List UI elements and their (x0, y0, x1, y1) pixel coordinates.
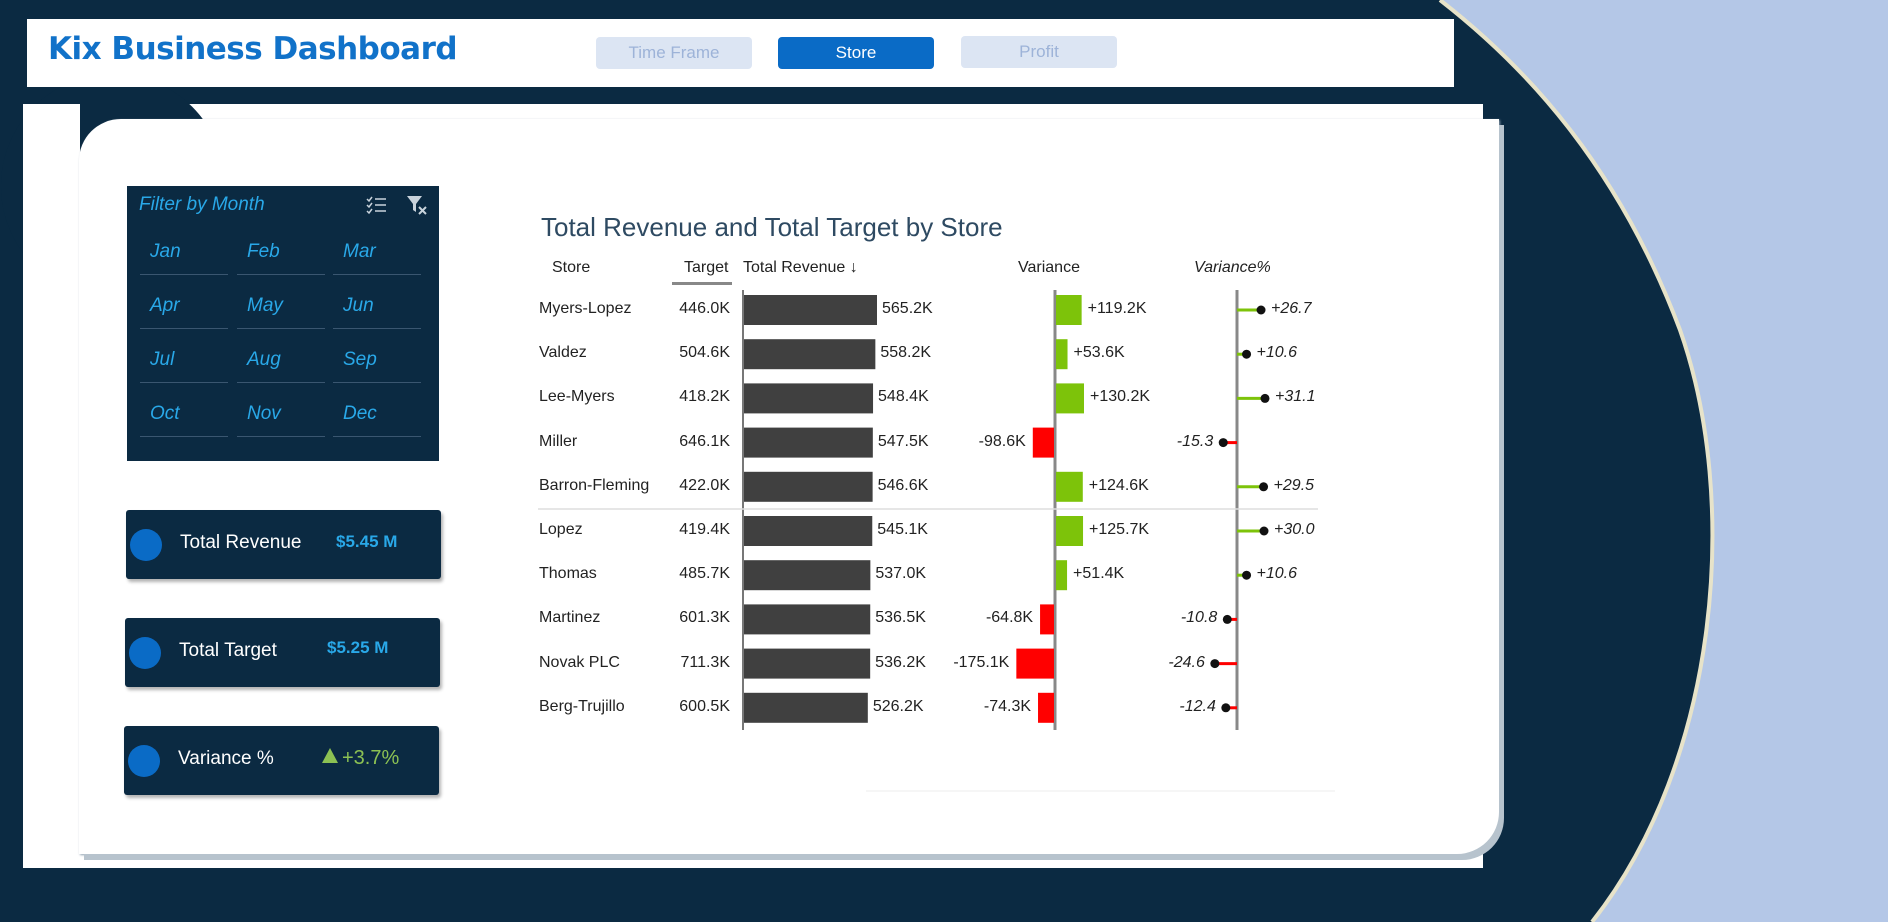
store-label: Lopez (539, 521, 583, 538)
kpi-variance-pct: Variance % +3.7% (124, 726, 439, 795)
sort-descending-icon: ↓ (849, 259, 858, 276)
kpi-indicator-dot (129, 637, 161, 669)
variance-value: +130.2K (1090, 388, 1151, 406)
variance-pct-value: +26.7 (1271, 300, 1312, 317)
target-value: 422.0K (679, 476, 730, 494)
revenue-value: 558.2K (880, 344, 932, 362)
tab-time-frame[interactable]: Time Frame (596, 37, 752, 69)
month-sep[interactable]: Sep (333, 337, 421, 383)
kpi-value: +3.7% (322, 747, 399, 770)
variance-pct-value: -10.8 (1180, 609, 1218, 627)
kpi-total-target: Total Target $5.25 M (125, 618, 440, 687)
month-aug[interactable]: Aug (237, 337, 325, 383)
target-value: 485.7K (679, 565, 730, 583)
store-label: Lee-Myers (539, 388, 615, 406)
filter-title: Filter by Month (139, 194, 265, 215)
month-may[interactable]: May (237, 283, 325, 329)
chart-title: Total Revenue and Total Target by Store (541, 212, 1003, 242)
month-filter-slicer: Filter by Month Jan Feb Mar Apr May Jun … (127, 186, 439, 461)
col-header-variance-pct[interactable]: Variance% (1194, 259, 1271, 277)
month-jul[interactable]: Jul (140, 337, 228, 383)
variance-value: -74.3K (983, 697, 1032, 715)
variance-pct-value: -24.6 (1168, 653, 1205, 671)
variance-pct-value: +10.6 (1256, 565, 1298, 583)
app-title: Kix Business Dashboard (48, 31, 458, 67)
store-label: Martinez (539, 609, 601, 627)
tab-store[interactable]: Store (778, 37, 934, 69)
col-header-variance[interactable]: Variance (1018, 259, 1080, 277)
revenue-value: 546.6K (877, 476, 929, 494)
store-label: Miller (539, 432, 578, 450)
kpi-value: $5.45 M (336, 532, 398, 551)
revenue-value: 548.4K (878, 388, 929, 406)
variance-value: -98.6K (978, 432, 1026, 450)
target-value: 446.0K (679, 300, 730, 317)
store-label: Thomas (539, 565, 597, 583)
target-value: 418.2K (679, 388, 730, 406)
target-value: 600.5K (679, 697, 730, 715)
target-value: 601.3K (679, 609, 730, 627)
variance-value: +119.2K (1087, 300, 1147, 317)
month-nov[interactable]: Nov (237, 391, 325, 437)
kpi-indicator-dot (128, 745, 160, 777)
store-label: Berg-Trujillo (539, 697, 625, 715)
kpi-label: Total Target (179, 640, 277, 661)
col-header-target[interactable]: Target (684, 259, 728, 277)
store-label: Barron-Fleming (539, 476, 650, 494)
store-label: Novak PLC (539, 653, 620, 671)
variance-pct-value: +31.1 (1275, 388, 1316, 406)
variance-pct-value: +30.0 (1274, 521, 1315, 538)
revenue-value: 547.5K (877, 432, 929, 450)
store-label: Myers-Lopez (539, 300, 632, 317)
col-header-total-revenue[interactable]: Total Revenue ↓ (743, 259, 858, 277)
variance-value: +124.6K (1088, 476, 1149, 494)
target-value: 504.6K (679, 344, 730, 362)
store-label: Valdez (539, 344, 587, 362)
col-header-store[interactable]: Store (552, 259, 590, 277)
variance-pct-value: -15.3 (1176, 432, 1214, 450)
revenue-value: 565.2K (882, 300, 933, 317)
variance-pct-value: +10.6 (1256, 344, 1298, 362)
variance-value: +51.4K (1073, 565, 1125, 583)
tab-profit[interactable]: Profit (961, 36, 1117, 68)
kpi-value: $5.25 M (327, 638, 389, 657)
target-value: 419.4K (679, 521, 730, 538)
kpi-indicator-dot (130, 529, 162, 561)
revenue-value: 536.2K (875, 653, 926, 671)
month-jun[interactable]: Jun (333, 283, 421, 329)
variance-value: +53.6K (1073, 344, 1125, 362)
variance-value: -64.8K (985, 609, 1034, 627)
clear-filter-icon[interactable] (405, 194, 427, 216)
month-mar[interactable]: Mar (333, 229, 421, 275)
kpi-label: Total Revenue (180, 532, 302, 553)
month-dec[interactable]: Dec (333, 391, 421, 437)
kpi-label: Variance % (178, 748, 274, 769)
revenue-value: 526.2K (872, 697, 924, 715)
select-all-icon[interactable] (365, 194, 387, 216)
header-bar: Kix Business Dashboard Time Frame Store … (27, 19, 1454, 87)
variance-value: -175.1K (953, 653, 1010, 671)
triangle-up-icon (322, 748, 338, 763)
revenue-value: 537.0K (875, 565, 927, 583)
variance-pct-value: +29.5 (1273, 476, 1315, 494)
revenue-value: 545.1K (877, 521, 928, 538)
variance-pct-value: -12.4 (1179, 697, 1216, 715)
target-value: 646.1K (679, 432, 730, 450)
month-feb[interactable]: Feb (237, 229, 325, 275)
month-jan[interactable]: Jan (140, 229, 228, 275)
revenue-value: 536.5K (875, 609, 926, 627)
month-apr[interactable]: Apr (140, 283, 228, 329)
variance-value: +125.7K (1089, 521, 1150, 538)
month-oct[interactable]: Oct (140, 391, 228, 437)
target-value: 711.3K (680, 653, 730, 671)
kpi-total-revenue: Total Revenue $5.45 M (126, 510, 441, 579)
